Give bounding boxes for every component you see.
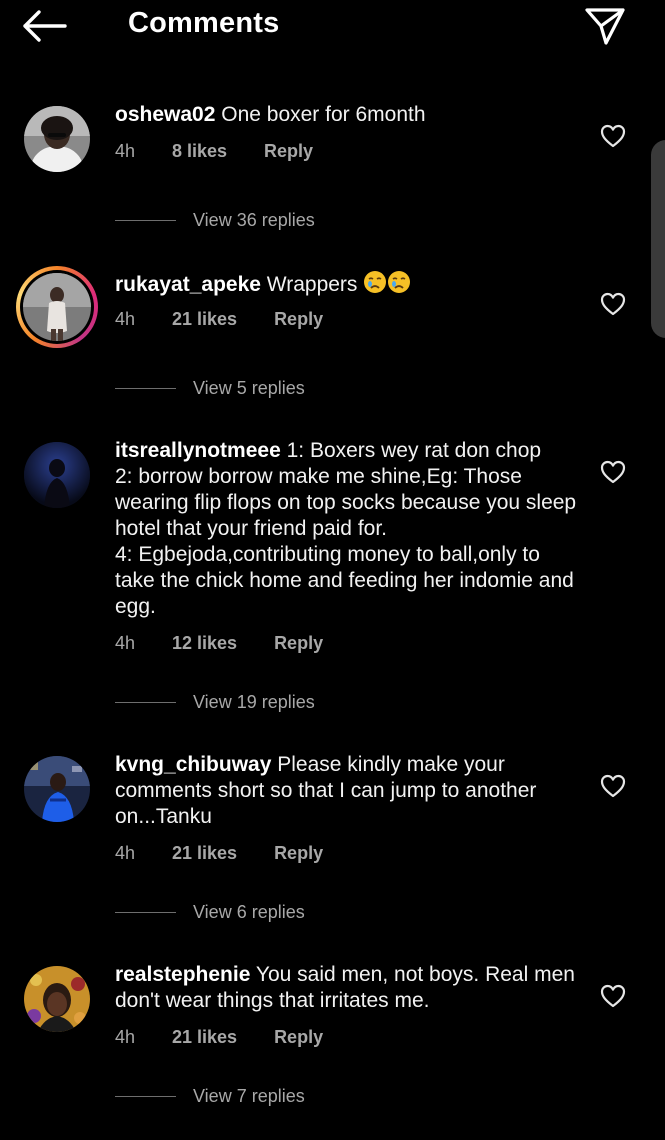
reply-button[interactable]: Reply [274,1027,323,1048]
view-replies-label: View 7 replies [193,1085,305,1106]
comment-text-block: itsreallynotmeee 1: Boxers wey rat don c… [115,438,585,620]
comment-likes[interactable]: 12 likes [172,633,237,654]
comment-text-block: oshewa02 One boxer for 6month [115,102,585,128]
divider [115,219,176,221]
paper-plane-icon [585,8,625,45]
divider [115,387,176,389]
divider [115,911,176,913]
heart-icon [600,292,626,316]
divider [115,1095,176,1097]
like-button[interactable] [598,290,628,318]
comment-text-block: rukayat_apeke Wrappers [115,270,585,301]
avatar[interactable] [24,442,90,508]
heart-icon [600,984,626,1008]
reply-button[interactable]: Reply [274,309,323,330]
reply-button[interactable]: Reply [274,843,323,864]
header-bar: Comments [0,0,665,56]
view-replies-label: View 19 replies [193,691,315,712]
view-replies-label: View 36 replies [193,209,315,230]
comment-meta: 4h 21 likes Reply [115,1024,323,1050]
arrow-left-icon [23,10,67,42]
comment-username[interactable]: realstephenie [115,963,250,986]
heart-icon [600,124,626,148]
comment-text: One boxer for 6month [221,103,426,126]
back-button[interactable] [18,6,70,46]
comment-meta: 4h 12 likes Reply [115,630,323,656]
comment-likes[interactable]: 21 likes [172,1027,237,1048]
view-replies-link[interactable]: View 6 replies [115,900,305,924]
reply-button[interactable]: Reply [264,141,313,162]
crying-face-icon [363,270,387,301]
comment-text: 1: Boxers wey rat don chop 2: borrow bor… [115,439,577,618]
avatar-with-story-ring[interactable] [16,266,98,348]
view-replies-label: View 5 replies [193,377,305,398]
like-button[interactable] [598,982,628,1010]
comment-time: 4h [115,842,136,863]
comment-username[interactable]: oshewa02 [115,103,215,126]
divider [115,701,176,703]
comment-likes[interactable]: 21 likes [172,309,237,330]
comment-time: 4h [115,140,136,161]
like-button[interactable] [598,772,628,800]
heart-icon [600,460,626,484]
crying-face-icon [387,270,411,301]
comment-meta: 4h 21 likes Reply [115,840,323,866]
comment-meta: 4h 21 likes Reply [115,306,323,332]
comment-username[interactable]: rukayat_apeke [115,273,261,296]
avatar[interactable] [24,756,90,822]
comment-username[interactable]: itsreallynotmeee [115,439,281,462]
comment-text-block: realstephenie You said men, not boys. Re… [115,962,585,1014]
comment-likes[interactable]: 21 likes [172,843,237,864]
comment-time: 4h [115,632,136,653]
like-button[interactable] [598,458,628,486]
comment-text-block: kvng_chibuway Please kindly make your co… [115,752,585,830]
comment-meta: 4h 8 likes Reply [115,138,313,164]
view-replies-link[interactable]: View 5 replies [115,376,305,400]
avatar [20,270,94,344]
comment-likes[interactable]: 8 likes [172,141,227,162]
like-button[interactable] [598,122,628,150]
share-button[interactable] [580,4,630,48]
view-replies-link[interactable]: View 7 replies [115,1084,305,1108]
view-replies-link[interactable]: View 19 replies [115,690,315,714]
avatar[interactable] [24,966,90,1032]
scroll-handle[interactable] [651,140,665,338]
view-replies-link[interactable]: View 36 replies [115,208,315,232]
comment-text: Wrappers [266,273,358,296]
view-replies-label: View 6 replies [193,901,305,922]
comment-time: 4h [115,308,136,329]
avatar[interactable] [24,106,90,172]
heart-icon [600,774,626,798]
comment-username[interactable]: kvng_chibuway [115,753,271,776]
page-title: Comments [128,7,280,39]
comment-time: 4h [115,1026,136,1047]
reply-button[interactable]: Reply [274,633,323,654]
